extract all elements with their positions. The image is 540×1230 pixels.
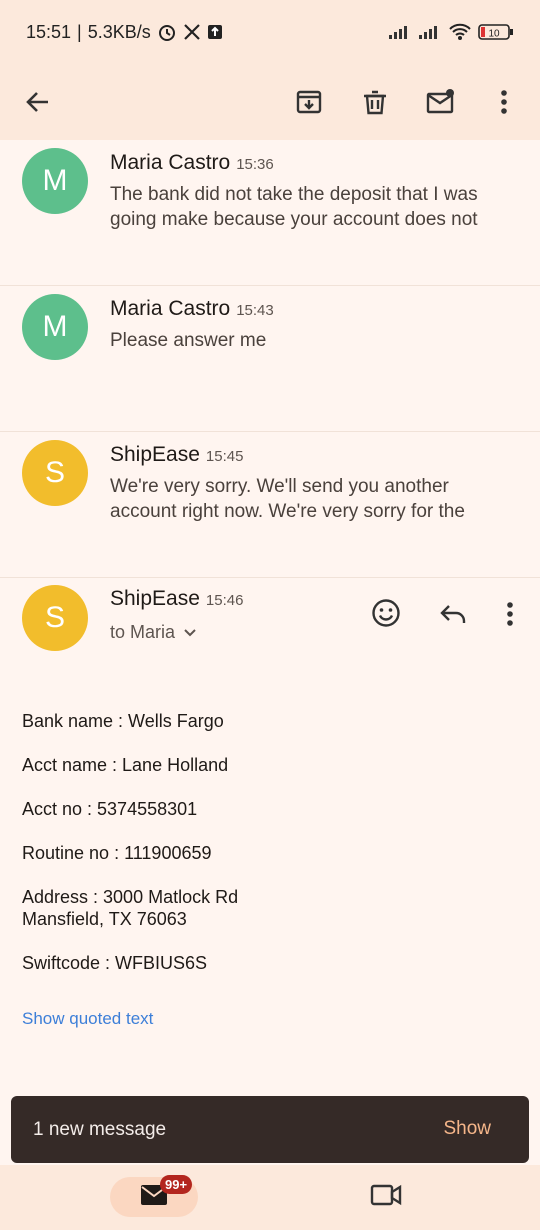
signal-icon: [388, 24, 412, 40]
message-snippet: Please answer me: [110, 330, 267, 351]
app-bar: [0, 64, 540, 140]
message-body: Bank name : Wells Fargo Acct name : Lane…: [22, 710, 238, 996]
expanded-message: S ShipEase 15:46 to Maria Bank name : Wel…: [0, 558, 540, 1098]
archive-icon[interactable]: [285, 78, 333, 126]
message-time: 15:36: [236, 156, 274, 173]
body-line: Bank name : Wells Fargo: [22, 711, 224, 731]
emoji-reaction-icon[interactable]: [367, 594, 405, 632]
snackbar: 1 new message Show: [11, 1096, 529, 1163]
message-more-icon[interactable]: [500, 598, 520, 630]
battery-icon: 10: [478, 23, 514, 41]
back-arrow-icon[interactable]: [14, 78, 62, 126]
snackbar-show-button[interactable]: Show: [443, 1118, 491, 1140]
network-speed: 5.3KB/s: [87, 21, 151, 42]
sender-name: Maria Castro: [110, 297, 231, 320]
message-thread: M Maria Castro 15:36 The bank did not tak…: [0, 140, 540, 578]
nav-meet[interactable]: [370, 1183, 402, 1212]
reply-icon[interactable]: [434, 596, 472, 632]
upload-icon: [207, 24, 223, 40]
sender-name: Maria Castro: [110, 151, 231, 174]
video-camera-icon: [370, 1184, 402, 1211]
message-time: 15:45: [205, 448, 244, 465]
status-bar: 15:51 | 5.3KB/s 10: [0, 0, 540, 64]
svg-text:10: 10: [488, 29, 500, 40]
body-line: Address : 3000 Matlock Rd Mansfield, TX …: [22, 887, 239, 929]
avatar[interactable]: S: [22, 440, 88, 506]
sender-name: ShipEase: [110, 443, 200, 466]
alarm-icon: [157, 22, 177, 42]
chevron-down-icon: [183, 622, 197, 643]
body-line: Swiftcode : WFBIUS6S: [22, 953, 208, 973]
x-app-icon: [183, 23, 201, 41]
message-snippet: The bank did not take the deposit that I…: [110, 184, 478, 230]
recipient-label: to Maria: [110, 622, 176, 642]
body-line: Acct no : 5374558301: [22, 799, 198, 819]
mark-unread-icon[interactable]: [417, 78, 465, 126]
more-icon[interactable]: [480, 78, 528, 126]
signal-icon-2: [418, 24, 442, 40]
status-time: 15:51: [26, 21, 72, 42]
wifi-icon: [448, 23, 472, 41]
recipient-toggle[interactable]: to Maria: [110, 622, 197, 643]
collapsed-message[interactable]: M Maria Castro 15:43 Please answer me: [0, 286, 540, 432]
delete-icon[interactable]: [351, 78, 399, 126]
body-line: Acct name : Lane Holland: [22, 755, 229, 775]
collapsed-message[interactable]: S ShipEase 15:45 We're very sorry. We'll …: [0, 432, 540, 578]
collapsed-message[interactable]: M Maria Castro 15:36 The bank did not tak…: [0, 140, 540, 286]
snackbar-text: 1 new message: [33, 1119, 167, 1140]
show-quoted-text-link[interactable]: Show quoted text: [22, 1009, 153, 1029]
message-time: 15:43: [236, 302, 274, 319]
bottom-nav: 99+: [0, 1165, 540, 1230]
message-time: 15:46: [205, 592, 244, 609]
avatar[interactable]: S: [22, 585, 88, 651]
message-snippet: We're very sorry. We'll send you another…: [110, 476, 465, 522]
avatar[interactable]: M: [22, 148, 88, 214]
mail-badge: 99+: [160, 1175, 193, 1194]
avatar[interactable]: M: [22, 294, 88, 360]
sender-name: ShipEase: [110, 587, 200, 610]
body-line: Routine no : 111900659: [22, 843, 212, 863]
